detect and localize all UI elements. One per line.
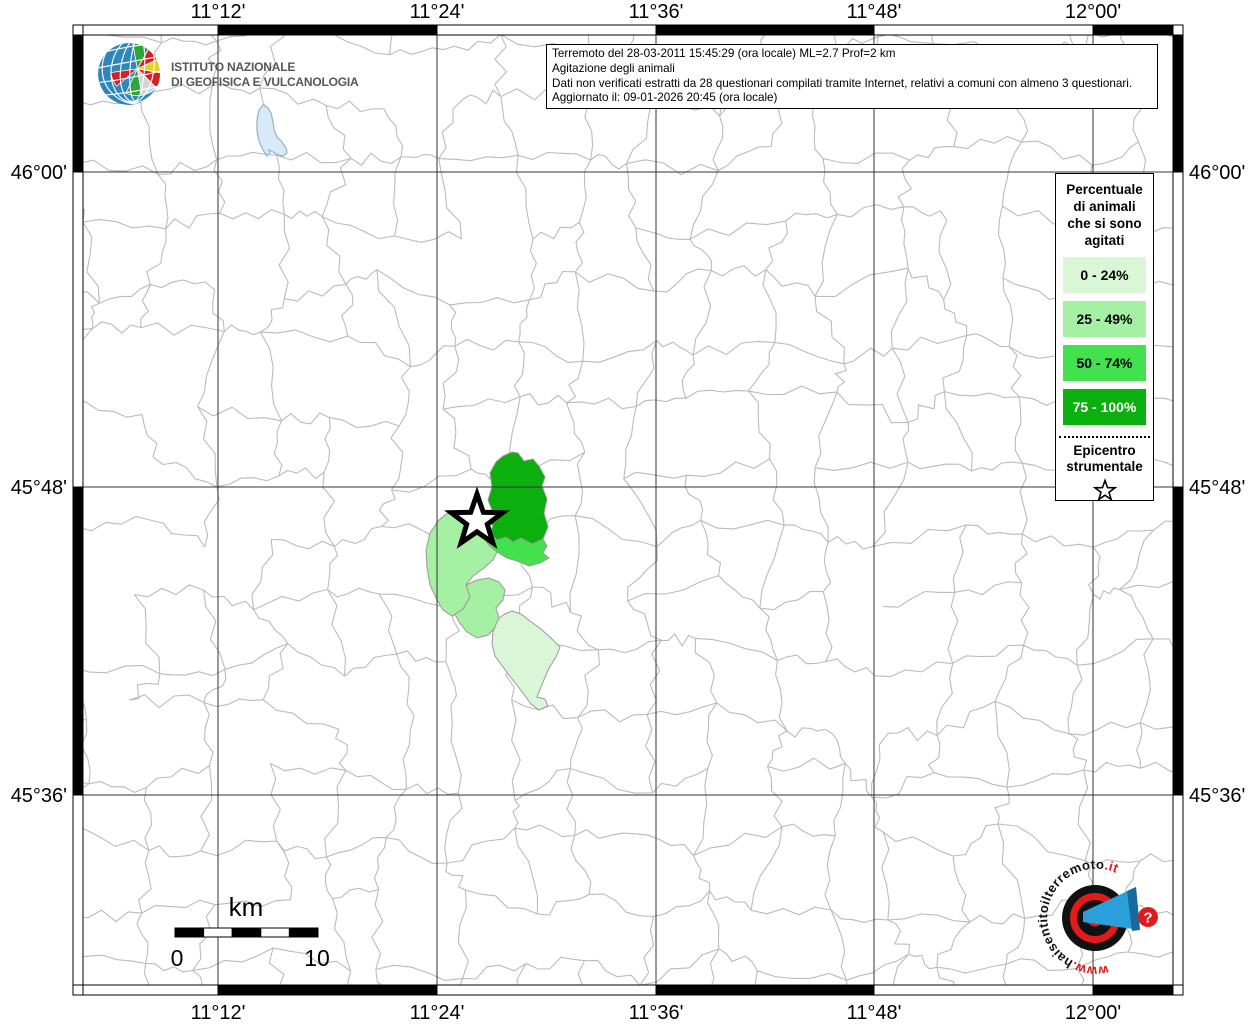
legend-title: che si sono: [1067, 216, 1142, 231]
legend-swatch-label: 25 - 49%: [1076, 311, 1133, 327]
legend-swatch-50-74: 50 - 74%: [1063, 345, 1146, 381]
lon-label-bottom: 11°12': [191, 1002, 246, 1024]
frame-segment-top: [1092, 24, 1174, 36]
legend-title: Percentuale: [1066, 182, 1143, 197]
frame-segment-right: [1172, 794, 1184, 986]
agitation-region: [486, 451, 549, 545]
lon-label-top: 12°00': [1065, 1, 1121, 23]
frame-segment-top: [873, 24, 1094, 36]
legend-swatch-25-49: 25 - 49%: [1063, 301, 1146, 337]
legend-swatch-label: 0 - 24%: [1080, 267, 1129, 283]
agitation-region: [491, 610, 561, 711]
frame-corner: [72, 24, 84, 36]
scale-bar-segment: [231, 927, 262, 938]
legend-swatch-label: 75 - 100%: [1072, 399, 1137, 415]
info-data-line: Dati non verificati estratti da 28 quest…: [552, 76, 1133, 90]
lon-label-top: 11°48': [847, 1, 902, 23]
info-event-line: Terremoto del 28-03-2011 15:45:29 (ora l…: [552, 47, 896, 60]
info-updated-line: Aggiornato il: 09-01-2026 20:45 (ora loc…: [552, 91, 778, 105]
earthquake-info-box: Terremoto del 28-03-2011 15:45:29 (ora l…: [546, 44, 1158, 109]
frame-segment-bottom: [655, 984, 875, 996]
frame-segment-left: [72, 486, 84, 796]
ingv-name-line1: ISTITUTO NAZIONALE: [171, 60, 296, 74]
lat-label-right: 45°48': [1189, 477, 1245, 499]
legend-swatch-75-100: 75 - 100%: [1063, 389, 1146, 425]
frame-segment-left: [72, 794, 84, 986]
lon-label-top: 11°12': [191, 1, 246, 23]
frame-segment-left: [72, 34, 84, 173]
scale-bar-segment: [174, 927, 205, 938]
legend-swatch-0-24: 0 - 24%: [1063, 257, 1146, 293]
frame-segment-left: [72, 171, 84, 488]
frame-segment-bottom: [1092, 984, 1174, 996]
legend-title: di animali: [1073, 199, 1136, 214]
frame-corner: [1172, 24, 1184, 36]
frame-segment-right: [1172, 171, 1184, 488]
legend-epicenter-label: strumentale: [1066, 459, 1143, 474]
lon-label-top: 11°36': [629, 1, 684, 23]
frame-segment-right: [1172, 34, 1184, 173]
scale-bar-segment: [288, 927, 319, 938]
lake-polygon: [256, 104, 288, 157]
lat-label-right: 45°36': [1189, 785, 1245, 807]
agitation-region-group: [425, 451, 561, 711]
frame-segment-bottom: [873, 984, 1094, 996]
lon-label-bottom: 12°00': [1065, 1002, 1121, 1024]
frame-segment-right: [1172, 486, 1184, 796]
frame-segment-top: [217, 24, 438, 36]
frame-segment-bottom: [217, 984, 438, 996]
frame-segment-top: [82, 24, 219, 36]
legend-star-icon: [1092, 478, 1117, 502]
ingv-logo: ISTITUTO NAZIONALE DI GEOFISICA E VULCAN…: [97, 42, 359, 106]
scale-start-label: 0: [171, 945, 184, 971]
legend-swatch-label: 50 - 74%: [1076, 355, 1133, 371]
frame-corner: [72, 984, 84, 996]
earthquake-map-page: km 0 10 ? www.haisentitoilterremoto.it 1…: [0, 0, 1256, 1024]
frame-segment-bottom: [82, 984, 219, 996]
ingv-globe-icon: [98, 43, 160, 105]
frame-segment-top: [436, 24, 657, 36]
lat-label-left: 45°48': [11, 477, 67, 499]
frame-corner: [1172, 984, 1184, 996]
lon-label-bottom: 11°24': [410, 1002, 465, 1024]
question-mark-label: ?: [1143, 910, 1152, 927]
frame-segment-top: [655, 24, 875, 36]
lon-label-top: 11°24': [410, 1, 465, 23]
site-logo: ? www.haisentitoilterremoto.it: [1035, 857, 1158, 979]
lon-label-bottom: 11°36': [629, 1002, 684, 1024]
map-canvas: km 0 10 ? www.haisentitoilterremoto.it 1…: [11, 1, 1246, 1024]
info-topic-line: Agitazione degli animali: [552, 61, 675, 75]
legend-epicenter-label: Epicentro: [1073, 443, 1136, 458]
scale-bar-segment: [260, 927, 290, 938]
lat-label-right: 46°00': [1189, 162, 1245, 184]
scale-bar-segment: [203, 927, 233, 938]
legend-title: agitati: [1084, 233, 1125, 248]
scale-end-label: 10: [304, 945, 330, 971]
site-url-suffix: .it: [1104, 858, 1121, 876]
lat-label-left: 45°36': [11, 785, 67, 807]
lon-label-bottom: 11°48': [847, 1002, 902, 1024]
lat-label-left: 46°00': [11, 162, 67, 184]
scale-unit-label: km: [229, 892, 264, 922]
ingv-name-line2: DI GEOFISICA E VULCANOLOGIA: [171, 75, 359, 89]
legend-box: Percentuale di animali che si sono agita…: [1055, 173, 1154, 502]
frame-segment-bottom: [436, 984, 657, 996]
legend-divider: [1059, 436, 1150, 438]
